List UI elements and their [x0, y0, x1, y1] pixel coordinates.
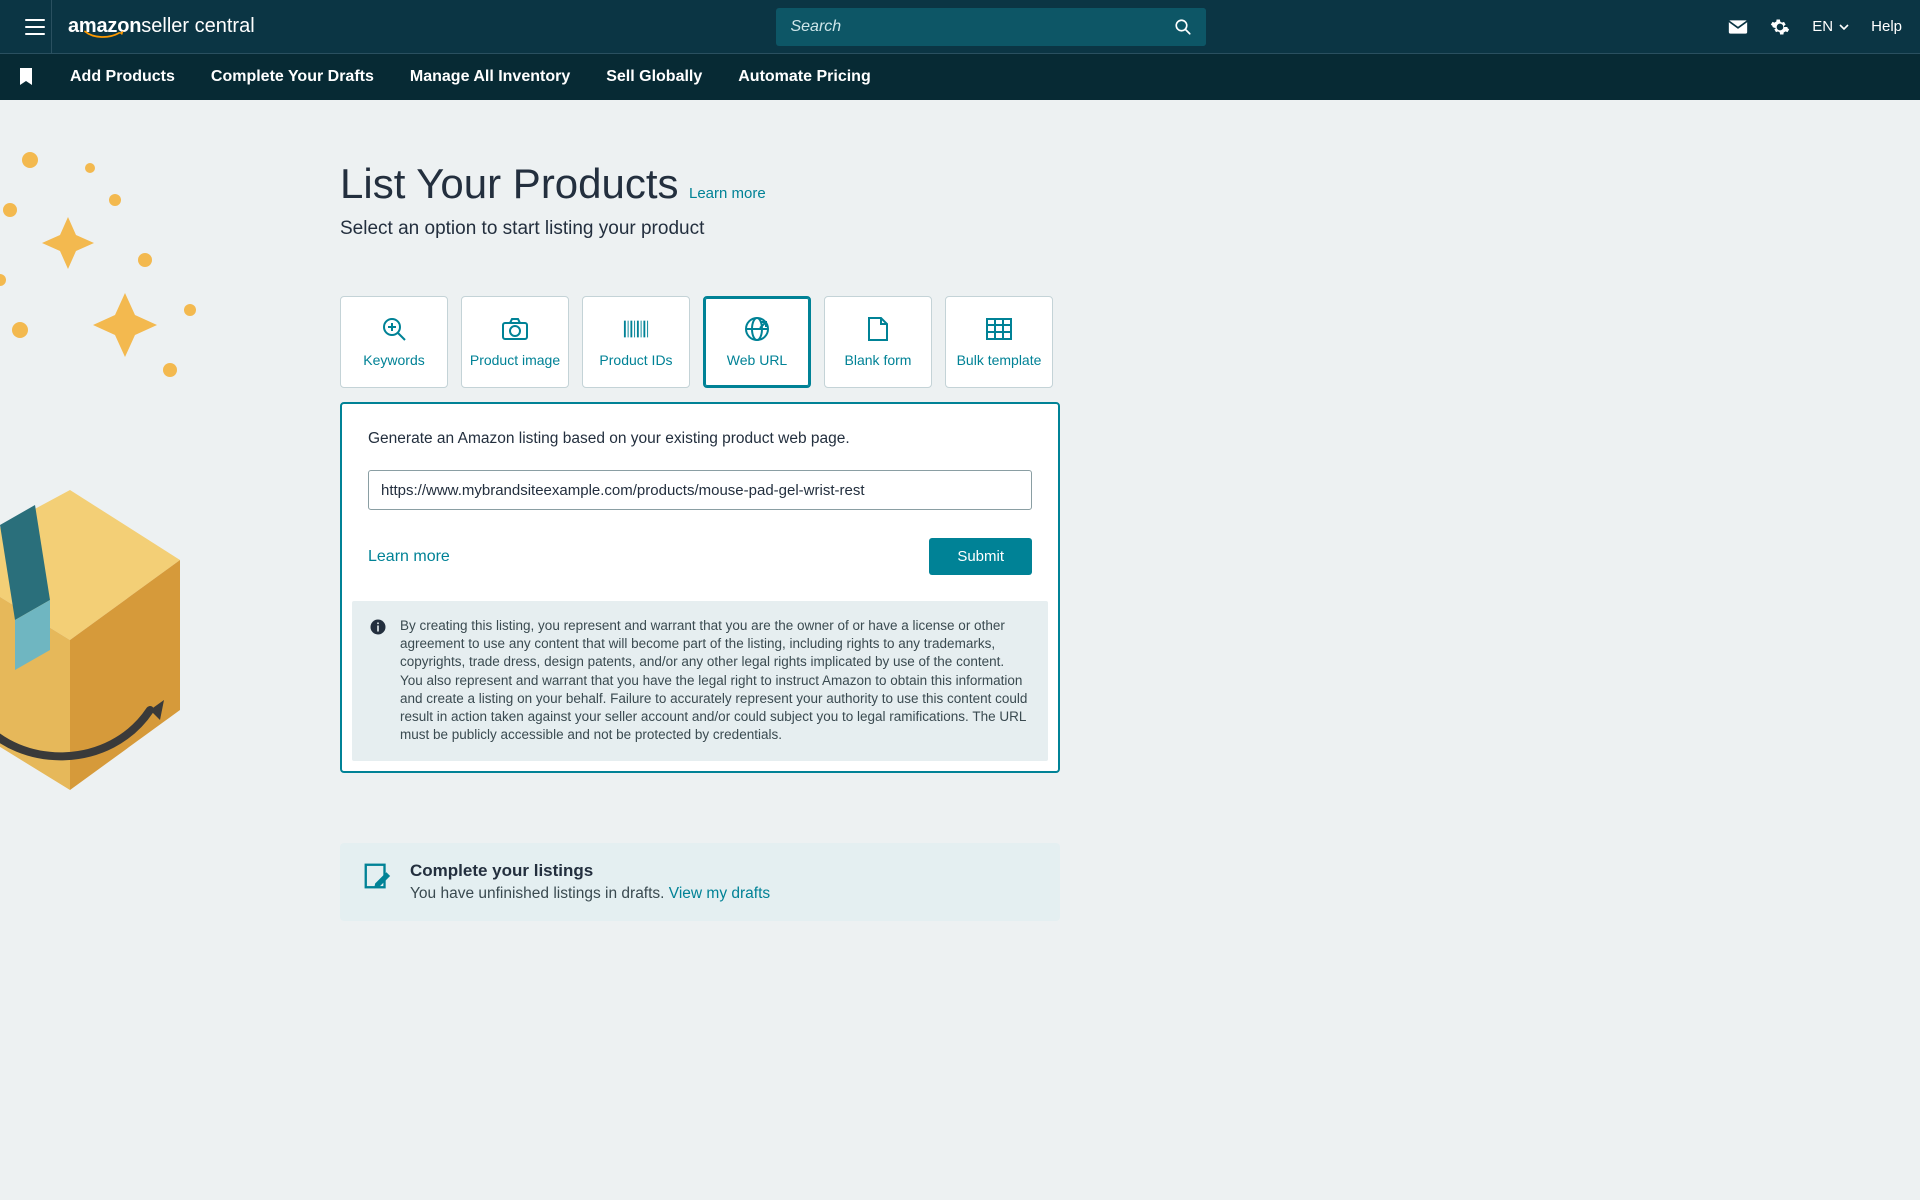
- option-product-ids[interactable]: Product IDs: [582, 296, 690, 388]
- nav-automate-pricing[interactable]: Automate Pricing: [738, 68, 870, 86]
- option-label: Keywords: [363, 352, 424, 368]
- nav-add-products[interactable]: Add Products: [70, 68, 175, 86]
- edit-document-icon: [362, 861, 392, 891]
- search-icon: [1174, 18, 1192, 36]
- logo[interactable]: amazon seller central: [68, 15, 255, 38]
- option-web-url[interactable]: Web URL: [703, 296, 811, 388]
- url-input[interactable]: [368, 470, 1032, 510]
- sub-nav: Add Products Complete Your Drafts Manage…: [0, 54, 1920, 100]
- view-drafts-link[interactable]: View my drafts: [669, 885, 770, 902]
- option-label: Product IDs: [599, 352, 672, 368]
- search-button[interactable]: [1160, 8, 1206, 46]
- page-subtitle: Select an option to start listing your p…: [340, 218, 1060, 240]
- mail-button[interactable]: [1728, 19, 1748, 35]
- chevron-down-icon: [1839, 24, 1849, 30]
- search-zoom-icon: [381, 316, 407, 342]
- document-icon: [865, 316, 891, 342]
- grid-icon: [986, 316, 1012, 342]
- option-keywords[interactable]: Keywords: [340, 296, 448, 388]
- complete-sub: You have unfinished listings in drafts. …: [410, 885, 770, 903]
- search-input[interactable]: [776, 18, 1160, 36]
- bookmark-icon[interactable]: [18, 67, 34, 87]
- option-row: Keywords Product image Product IDs: [340, 296, 1060, 388]
- camera-icon: [502, 316, 528, 342]
- page-title: List Your Products: [340, 160, 679, 208]
- top-header: amazon seller central: [0, 0, 1920, 54]
- globe-icon: [744, 316, 770, 342]
- complete-listings-card: Complete your listings You have unfinish…: [340, 843, 1060, 921]
- learn-more-form-link[interactable]: Learn more: [368, 548, 450, 566]
- complete-title: Complete your listings: [410, 861, 770, 881]
- form-prompt: Generate an Amazon listing based on your…: [368, 430, 1032, 448]
- option-label: Product image: [470, 352, 560, 368]
- nav-sell-globally[interactable]: Sell Globally: [606, 68, 702, 86]
- hamburger-icon: [25, 19, 45, 35]
- amazon-smile-icon: [81, 30, 129, 40]
- option-bulk-template[interactable]: Bulk template: [945, 296, 1053, 388]
- option-product-image[interactable]: Product image: [461, 296, 569, 388]
- logo-suffix: seller central: [141, 15, 254, 38]
- settings-button[interactable]: [1770, 17, 1790, 37]
- barcode-icon: [623, 316, 649, 342]
- disclaimer-text: By creating this listing, you represent …: [400, 617, 1030, 745]
- info-icon: [370, 619, 386, 635]
- option-blank-form[interactable]: Blank form: [824, 296, 932, 388]
- help-link[interactable]: Help: [1871, 18, 1902, 35]
- menu-button[interactable]: [18, 0, 52, 54]
- language-label: EN: [1812, 18, 1833, 35]
- option-label: Bulk template: [957, 352, 1042, 368]
- submit-button[interactable]: Submit: [929, 538, 1032, 575]
- learn-more-top-link[interactable]: Learn more: [689, 185, 766, 202]
- language-selector[interactable]: EN: [1812, 18, 1849, 35]
- disclaimer-box: By creating this listing, you represent …: [352, 601, 1048, 761]
- nav-complete-drafts[interactable]: Complete Your Drafts: [211, 68, 374, 86]
- gear-icon: [1770, 17, 1790, 37]
- web-url-panel: Generate an Amazon listing based on your…: [340, 402, 1060, 773]
- decorative-illustration: [0, 140, 260, 840]
- option-label: Web URL: [727, 352, 787, 368]
- option-label: Blank form: [845, 352, 912, 368]
- nav-manage-inventory[interactable]: Manage All Inventory: [410, 68, 570, 86]
- mail-icon: [1728, 19, 1748, 35]
- search-box: [776, 8, 1206, 46]
